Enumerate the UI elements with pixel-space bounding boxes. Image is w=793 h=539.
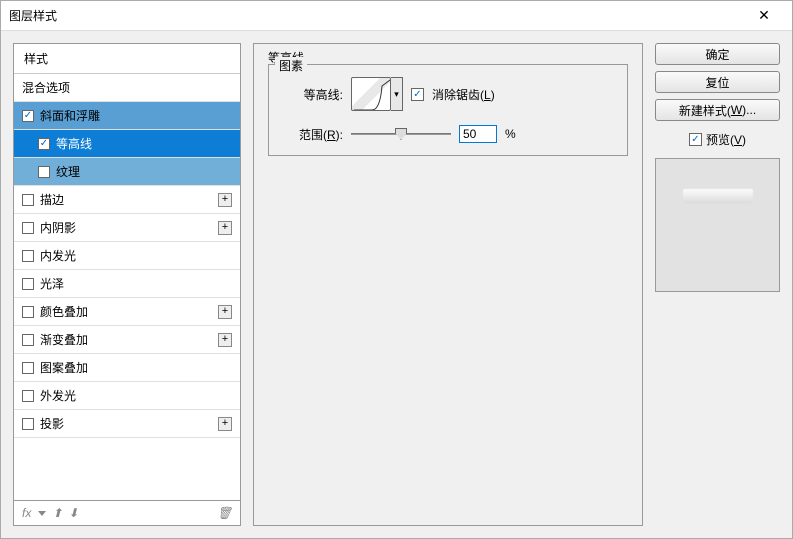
style-row-5[interactable]: 内发光 xyxy=(14,242,240,270)
styles-list: 样式 混合选项 斜面和浮雕等高线纹理描边 + 内阴影 + 内发光光泽颜色叠加 + 渐变叠加 +… xyxy=(14,44,240,500)
add-effect-icon[interactable]: + xyxy=(218,221,232,235)
style-checkbox[interactable] xyxy=(22,362,34,374)
styles-panel: 样式 混合选项 斜面和浮雕等高线纹理描边 + 内阴影 + 内发光光泽颜色叠加 + 渐变叠加 +… xyxy=(13,43,241,526)
style-label: 渐变叠加 xyxy=(40,331,88,348)
style-row-2[interactable]: 纹理 xyxy=(14,158,240,186)
style-label: 斜面和浮雕 xyxy=(40,107,100,124)
style-checkbox[interactable] xyxy=(22,194,34,206)
style-row-8[interactable]: 渐变叠加 + xyxy=(14,326,240,354)
style-label: 颜色叠加 xyxy=(40,303,88,320)
settings-panel: 等高线 图素 等高线: ▾ 消除锯齿(L) 范围(R): xyxy=(253,43,643,526)
move-up-icon[interactable]: ⬆ xyxy=(52,506,62,520)
style-checkbox[interactable] xyxy=(22,250,34,262)
contour-label: 等高线: xyxy=(281,86,343,103)
range-row: 范围(R): % xyxy=(281,125,615,143)
titlebar: 图层样式 ✕ xyxy=(1,1,792,31)
style-checkbox[interactable] xyxy=(22,278,34,290)
contour-picker[interactable] xyxy=(351,77,391,111)
add-effect-icon[interactable]: + xyxy=(218,417,232,431)
move-down-icon[interactable]: ⬇ xyxy=(68,506,78,520)
style-row-4[interactable]: 内阴影 + xyxy=(14,214,240,242)
range-label: 范围(R): xyxy=(281,126,343,143)
style-row-1[interactable]: 等高线 xyxy=(14,130,240,158)
ok-button[interactable]: 确定 xyxy=(655,43,780,65)
new-style-button[interactable]: 新建样式(W)... xyxy=(655,99,780,121)
add-effect-icon[interactable]: + xyxy=(218,193,232,207)
style-row-0[interactable]: 斜面和浮雕 xyxy=(14,102,240,130)
style-checkbox[interactable] xyxy=(22,110,34,122)
style-label: 纹理 xyxy=(56,163,80,180)
elements-group-label: 图素 xyxy=(275,57,307,74)
styles-header: 样式 xyxy=(14,44,240,74)
style-label: 内阴影 xyxy=(40,219,76,236)
style-label: 投影 xyxy=(40,415,64,432)
fx-icon[interactable]: fx xyxy=(22,506,31,520)
style-label: 内发光 xyxy=(40,247,76,264)
trash-icon[interactable]: 🗑 xyxy=(217,506,232,520)
style-label: 等高线 xyxy=(56,135,92,152)
add-effect-icon[interactable]: + xyxy=(218,305,232,319)
styles-footer: fx ⬆ ⬇ 🗑 xyxy=(14,500,240,525)
preview-box xyxy=(655,158,780,292)
window-title: 图层样式 xyxy=(9,7,744,24)
style-checkbox[interactable] xyxy=(22,390,34,402)
antialias-label: 消除锯齿(L) xyxy=(432,86,495,103)
range-input[interactable] xyxy=(459,125,497,143)
style-label: 图案叠加 xyxy=(40,359,88,376)
style-row-3[interactable]: 描边 + xyxy=(14,186,240,214)
style-checkbox[interactable] xyxy=(22,334,34,346)
elements-group: 图素 等高线: ▾ 消除锯齿(L) 范围(R): xyxy=(268,64,628,156)
style-checkbox[interactable] xyxy=(22,222,34,234)
cancel-button[interactable]: 复位 xyxy=(655,71,780,93)
style-checkbox[interactable] xyxy=(22,306,34,318)
dialog-body: 样式 混合选项 斜面和浮雕等高线纹理描边 + 内阴影 + 内发光光泽颜色叠加 + 渐变叠加 +… xyxy=(1,31,792,538)
blend-options-row[interactable]: 混合选项 xyxy=(14,74,240,102)
style-row-10[interactable]: 外发光 xyxy=(14,382,240,410)
style-row-7[interactable]: 颜色叠加 + xyxy=(14,298,240,326)
style-checkbox[interactable] xyxy=(22,418,34,430)
contour-row: 等高线: ▾ 消除锯齿(L) xyxy=(281,77,615,111)
antialias-checkbox[interactable] xyxy=(411,88,424,101)
add-effect-icon[interactable]: + xyxy=(218,333,232,347)
close-button[interactable]: ✕ xyxy=(744,2,784,30)
style-checkbox[interactable] xyxy=(38,138,50,150)
style-row-9[interactable]: 图案叠加 xyxy=(14,354,240,382)
fx-menu-icon[interactable] xyxy=(38,511,46,516)
style-checkbox[interactable] xyxy=(38,166,50,178)
style-label: 外发光 xyxy=(40,387,76,404)
range-slider[interactable] xyxy=(351,127,451,141)
preview-toggle-row: 预览(V) xyxy=(655,131,780,148)
style-row-6[interactable]: 光泽 xyxy=(14,270,240,298)
blend-options-label: 混合选项 xyxy=(22,79,70,96)
buttons-panel: 确定 复位 新建样式(W)... 预览(V) xyxy=(655,43,780,526)
style-row-11[interactable]: 投影 + xyxy=(14,410,240,438)
preview-label: 预览(V) xyxy=(706,131,746,148)
range-unit: % xyxy=(505,127,516,141)
preview-shape xyxy=(683,189,753,203)
layer-style-dialog: 图层样式 ✕ 样式 混合选项 斜面和浮雕等高线纹理描边 + 内阴影 + 内发光光泽颜色叠… xyxy=(0,0,793,539)
contour-dropdown-icon[interactable]: ▾ xyxy=(391,77,403,111)
preview-checkbox[interactable] xyxy=(689,133,702,146)
style-label: 光泽 xyxy=(40,275,64,292)
style-label: 描边 xyxy=(40,191,64,208)
